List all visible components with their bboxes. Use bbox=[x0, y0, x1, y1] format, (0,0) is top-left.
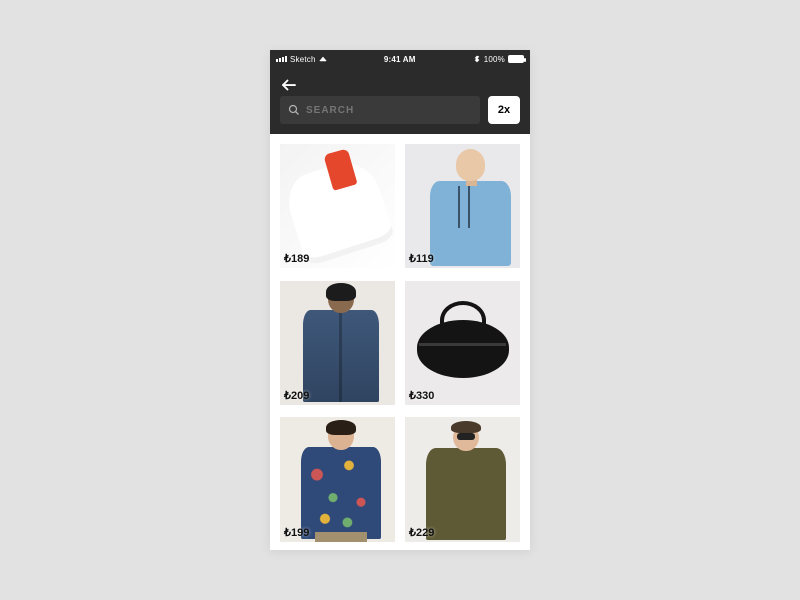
product-image bbox=[405, 281, 520, 405]
arrow-left-icon bbox=[280, 76, 298, 94]
status-bar: Sketch 9:41 AM 100% bbox=[270, 50, 530, 68]
wifi-icon bbox=[319, 57, 327, 62]
product-image bbox=[405, 417, 520, 541]
carrier-label: Sketch bbox=[290, 55, 316, 64]
product-card[interactable]: ₺189 bbox=[280, 144, 395, 268]
search-field[interactable] bbox=[280, 96, 480, 124]
product-price: ₺209 bbox=[284, 389, 309, 402]
clock: 9:41 AM bbox=[327, 55, 473, 64]
product-image bbox=[280, 144, 395, 268]
app-header: 2x bbox=[270, 68, 530, 134]
product-card[interactable]: ₺209 bbox=[280, 281, 395, 405]
product-price: ₺199 bbox=[284, 526, 309, 539]
product-card[interactable]: ₺330 bbox=[405, 281, 520, 405]
search-input[interactable] bbox=[306, 105, 472, 116]
search-icon bbox=[288, 104, 300, 116]
product-grid: ₺189 ₺119 ₺209 ₺330 ₺199 bbox=[270, 134, 530, 550]
phone-frame: Sketch 9:41 AM 100% bbox=[270, 50, 530, 550]
product-image bbox=[405, 144, 520, 268]
battery-icon bbox=[508, 55, 524, 63]
product-price: ₺229 bbox=[409, 526, 434, 539]
signal-icon bbox=[276, 56, 287, 62]
product-card[interactable]: ₺229 bbox=[405, 417, 520, 541]
product-image bbox=[280, 417, 395, 541]
product-price: ₺189 bbox=[284, 252, 309, 265]
back-button[interactable] bbox=[280, 76, 298, 94]
battery-percent: 100% bbox=[484, 55, 505, 64]
product-card[interactable]: ₺199 bbox=[280, 417, 395, 541]
product-price: ₺119 bbox=[409, 252, 434, 265]
product-price: ₺330 bbox=[409, 389, 434, 402]
product-card[interactable]: ₺119 bbox=[405, 144, 520, 268]
bluetooth-icon bbox=[473, 55, 481, 63]
product-image bbox=[280, 281, 395, 405]
grid-size-toggle[interactable]: 2x bbox=[488, 96, 520, 124]
